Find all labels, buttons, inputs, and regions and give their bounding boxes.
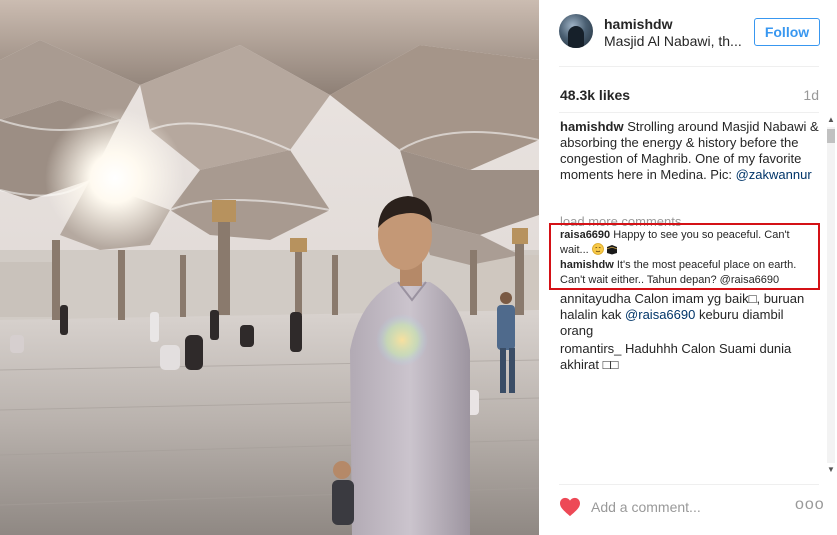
photo-illustration [0,0,539,535]
list-item: hamishdw It's the most peaceful place on… [560,258,818,288]
list-item: romantirs_ Haduhhh Calon Suami dunia akh… [560,341,818,373]
comment-input[interactable] [591,497,791,517]
caption-mention[interactable]: @zakwannur [736,167,812,182]
divider [559,112,819,113]
post-username[interactable]: hamishdw [604,16,672,32]
caption: hamishdw Strolling around Masjid Nabawi … [560,119,822,214]
ellipsis-icon[interactable]: ooo [795,496,824,516]
more-comments: annitayudha Calon imam yg baik□, buruan … [560,291,818,373]
triangle-down-icon[interactable]: ▼ [826,465,836,475]
list-item: raisa6690 Happy to see you so peaceful. … [560,228,818,258]
post-header: hamishdw Masjid Al Nabawi, th... Follow [539,0,837,66]
post-footer: ooo [539,488,837,528]
relieved-face-icon [591,243,604,255]
likes-count[interactable]: 48.3k likes [560,87,630,103]
follow-button[interactable]: Follow [754,18,820,46]
comment-username[interactable]: raisa6690 [560,229,610,241]
comment-username[interactable]: annitayudha [560,291,631,306]
post-location[interactable]: Masjid Al Nabawi, th... [604,33,744,49]
scrollbar-track[interactable] [827,127,835,463]
comments-list: hamishdw Strolling around Masjid Nabawi … [549,119,822,372]
highlighted-comments-box: raisa6690 Happy to see you so peaceful. … [549,223,820,290]
divider [559,484,819,485]
heart-icon[interactable] [559,497,581,517]
list-item: annitayudha Calon imam yg baik□, buruan … [560,291,818,339]
comment-username[interactable]: hamishdw [560,259,614,271]
divider [559,66,819,67]
comment-mention[interactable]: @raisa6690 [625,307,695,322]
comments-scrollbar[interactable]: ▲ ▼ [826,115,836,475]
comment-username[interactable]: romantirs_ [560,341,621,356]
caption-username[interactable]: hamishdw [560,119,624,134]
post-side-panel: hamishdw Masjid Al Nabawi, th... Follow … [539,0,837,535]
triangle-up-icon[interactable]: ▲ [826,115,836,125]
post-photo[interactable] [0,0,539,535]
kaaba-icon [606,245,617,255]
avatar[interactable] [559,14,593,48]
scrollbar-thumb[interactable] [827,129,835,143]
post-time[interactable]: 1d [803,87,819,103]
